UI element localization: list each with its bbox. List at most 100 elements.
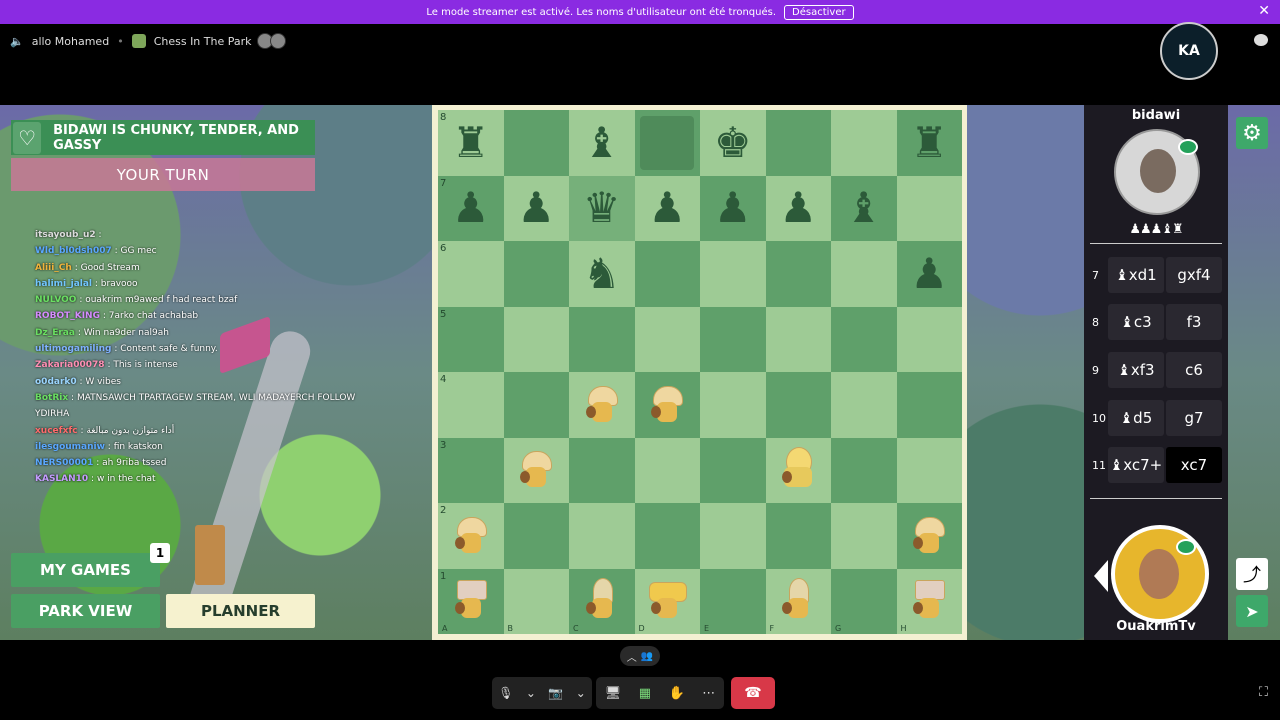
board-square[interactable]: ♝ [569,110,635,176]
board-square[interactable] [634,110,700,176]
black-piece[interactable]: ♟ [910,252,948,295]
heart-icon[interactable]: ♡ [13,121,42,154]
chat-username[interactable]: Aliii_Ch [35,263,72,273]
board-square[interactable] [765,110,831,176]
board-square[interactable]: ♞ [569,241,635,307]
chat-username[interactable]: KASLAN10 [35,474,88,484]
board-square[interactable]: ♚ [700,110,766,176]
board-square[interactable] [634,306,700,372]
chat-username[interactable]: xucefxfc [35,426,78,436]
board-square[interactable]: G [831,568,897,634]
expand-participants-button[interactable]: ︿ 👥 [620,646,660,666]
board-square[interactable]: 3 [438,437,504,503]
white-piece-pawn[interactable] [582,382,622,428]
board-square[interactable] [700,241,766,307]
board-square[interactable]: 6 [438,241,504,307]
white-piece-pawn[interactable] [909,513,949,559]
leave-call-button[interactable]: ☎ [731,677,775,709]
board-square[interactable]: ♟ [634,175,700,241]
black-move-current[interactable]: xc7 [1166,447,1222,483]
board-square[interactable] [765,306,831,372]
close-icon[interactable]: ✕ [1258,3,1270,19]
board-square[interactable]: 7 ♟ [438,175,504,241]
board-square[interactable] [896,437,962,503]
white-piece-queen[interactable] [778,447,818,493]
board-square[interactable]: B [503,568,569,634]
black-piece[interactable]: ♜ [910,121,948,164]
black-piece[interactable]: ♟ [714,187,752,229]
white-move[interactable]: ♝c3 [1108,304,1164,340]
board-square[interactable]: ♟ [896,241,962,307]
board-square[interactable]: 4 [438,372,504,438]
board-square[interactable] [831,306,897,372]
black-piece[interactable]: ♝ [583,121,621,164]
board-square[interactable] [831,503,897,569]
my-games-button[interactable]: MY GAMES [11,553,160,587]
board-square[interactable] [831,437,897,503]
board-square[interactable]: C [569,568,635,634]
planner-button[interactable]: PLANNER [166,594,315,628]
board-square[interactable] [700,437,766,503]
white-move[interactable]: ♝xf3 [1108,352,1164,388]
white-piece-bishop[interactable] [778,578,818,624]
board-square[interactable] [896,372,962,438]
black-piece[interactable]: ♟ [517,187,555,229]
board-square[interactable] [503,306,569,372]
player-avatar[interactable] [1111,525,1209,623]
black-move[interactable]: f3 [1166,304,1222,340]
board-square[interactable] [765,437,831,503]
black-piece[interactable]: ♟ [452,187,490,229]
microphone-icon[interactable]: 🎙 [498,686,513,700]
disable-streamer-button[interactable]: Désactiver [784,4,854,20]
gear-icon[interactable]: ⚙ [1236,117,1268,149]
chat-username[interactable]: Dz_Eraa [35,328,75,338]
send-icon[interactable]: ➤ [1236,595,1268,627]
chevron-down-icon[interactable]: ⌄ [526,686,536,700]
board-square[interactable] [634,372,700,438]
fullscreen-icon[interactable]: ⛶ [1259,685,1268,700]
board-square[interactable]: ♟ [765,175,831,241]
board-square[interactable] [569,306,635,372]
camera-off-icon[interactable]: 📷 [548,686,563,700]
white-move[interactable]: ♝xd1 [1108,257,1164,293]
board-square[interactable] [503,372,569,438]
chat-username[interactable]: Zakaria00078 [35,360,105,370]
black-piece[interactable]: ♝ [845,187,883,229]
black-piece[interactable]: ♛ [583,187,621,229]
board-square[interactable] [896,306,962,372]
chat-username[interactable]: halimi_jalal [35,279,92,289]
board-square[interactable] [503,503,569,569]
white-move[interactable]: ♝xc7+ [1108,447,1164,483]
black-piece[interactable]: ♜ [452,121,490,164]
more-icon[interactable]: ⋯ [702,686,715,701]
white-piece-pawn[interactable] [516,447,556,493]
black-piece[interactable]: ♟ [648,187,686,229]
chat-username[interactable]: NERS00001 [35,458,93,468]
board-square[interactable] [569,437,635,503]
board-square[interactable]: E [700,568,766,634]
board-square[interactable] [503,110,569,176]
park-view-button[interactable]: PARK VIEW [11,594,160,628]
board-square[interactable] [700,306,766,372]
white-piece-king[interactable] [647,578,688,624]
board-square[interactable]: ♟ [503,175,569,241]
chat-username[interactable]: ROBOT_KING [35,311,100,321]
white-piece-pawn[interactable] [451,513,491,559]
board-square[interactable] [503,437,569,503]
share-icon[interactable]: ⤴ [1236,558,1268,590]
activities-icon[interactable]: ▦ [639,686,651,701]
white-piece-rook[interactable] [909,578,949,624]
board-square[interactable] [569,503,635,569]
chat-username[interactable]: ultimogamiling [35,344,111,354]
white-piece-bishop[interactable] [582,578,622,624]
black-piece[interactable]: ♟ [779,187,817,229]
board-square[interactable] [569,372,635,438]
chat-username[interactable]: o0dark0 [35,377,77,387]
chat-username[interactable]: BotRix [35,393,68,403]
board-square[interactable] [896,175,962,241]
board-square[interactable] [503,241,569,307]
board-square[interactable] [634,241,700,307]
board-square[interactable]: 8 ♜ [438,110,504,176]
board-square[interactable] [831,241,897,307]
black-piece[interactable]: ♞ [583,252,621,295]
